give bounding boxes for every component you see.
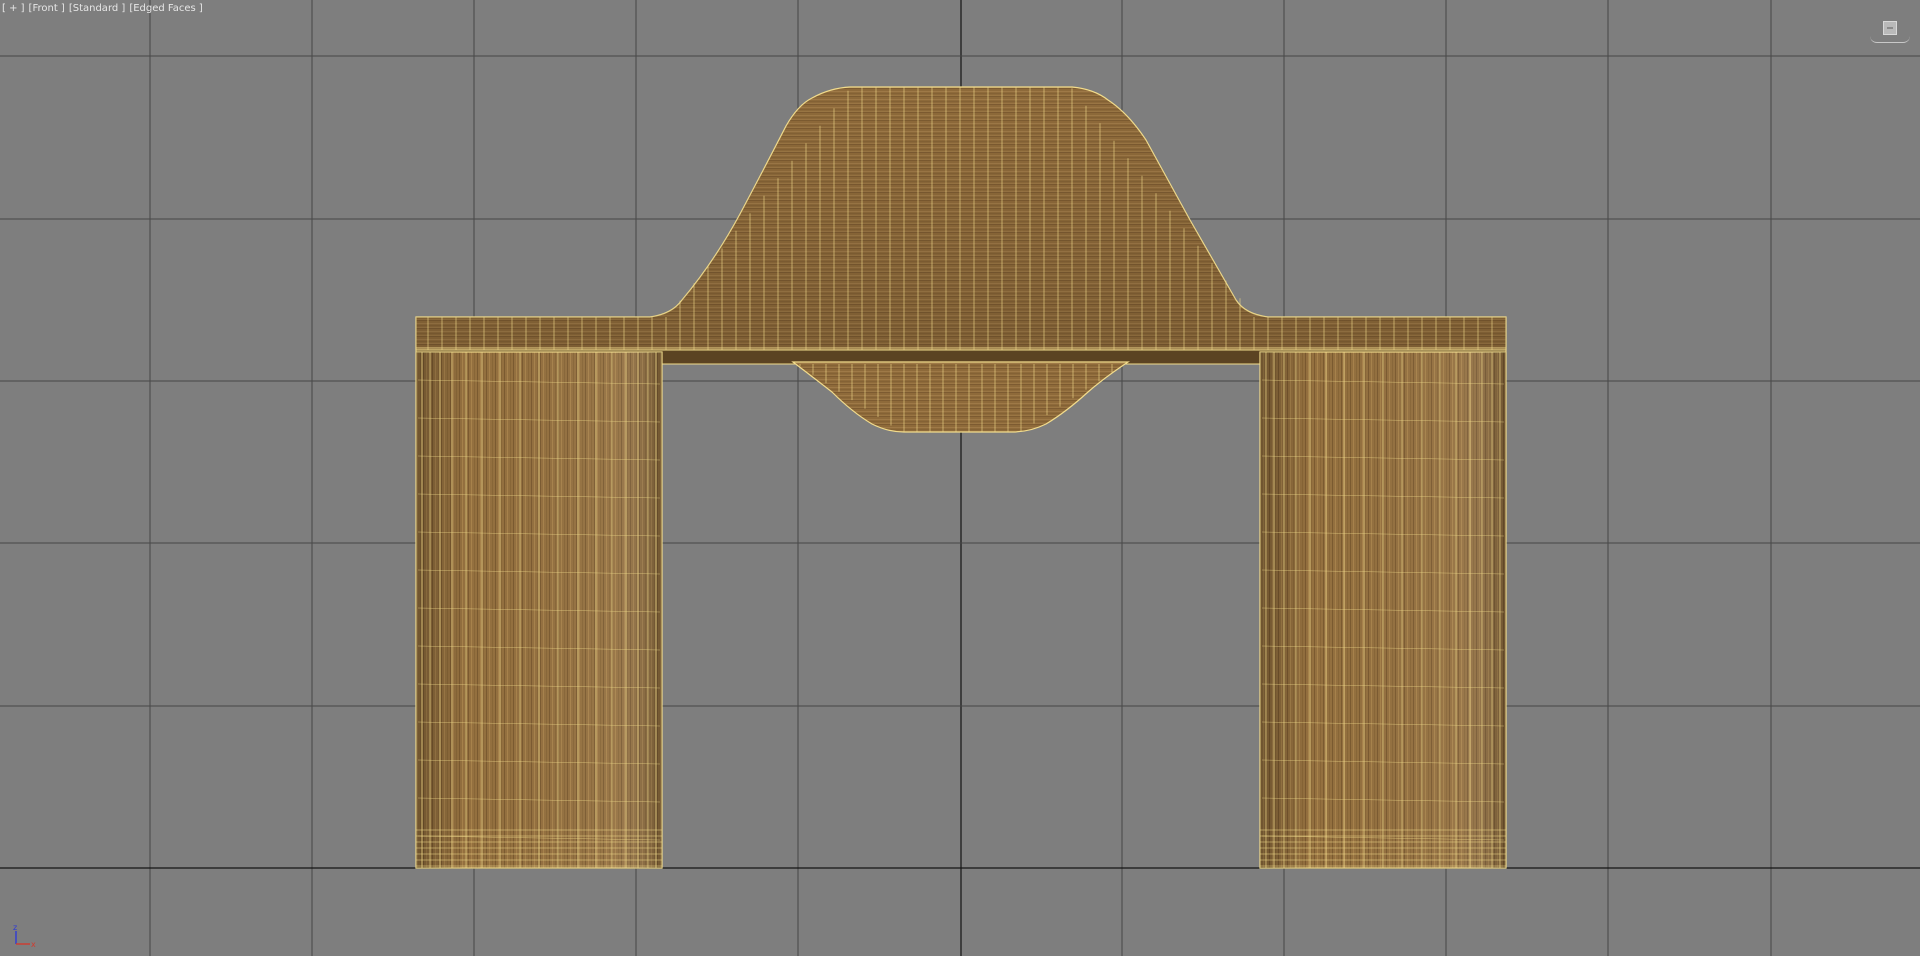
axis-tripod-icon: z x <box>13 923 36 949</box>
viewport-shading-preset-label[interactable]: [Standard ] <box>69 3 125 14</box>
viewport-view-label[interactable]: [Front ] <box>29 3 65 14</box>
viewcube-front-face[interactable] <box>1883 21 1897 35</box>
front-viewport[interactable]: [ + ] [Front ] [Standard ] [Edged Faces ] z… <box>0 0 1920 956</box>
viewport-menu-label[interactable]: [ + ] <box>2 3 25 14</box>
viewport-label[interactable]: [ + ] [Front ] [Standard ] [Edged Faces ] <box>2 3 207 15</box>
viewcube-compass-ring[interactable] <box>1870 36 1910 43</box>
viewcube-icon[interactable] <box>1868 20 1912 44</box>
viewport-scene[interactable] <box>0 0 1920 956</box>
viewport-display-mode-label[interactable]: [Edged Faces ] <box>129 3 203 14</box>
lower-hump-mesh[interactable] <box>791 361 1130 433</box>
axis-z-label: z <box>13 923 17 932</box>
axis-x-label: x <box>31 940 36 949</box>
